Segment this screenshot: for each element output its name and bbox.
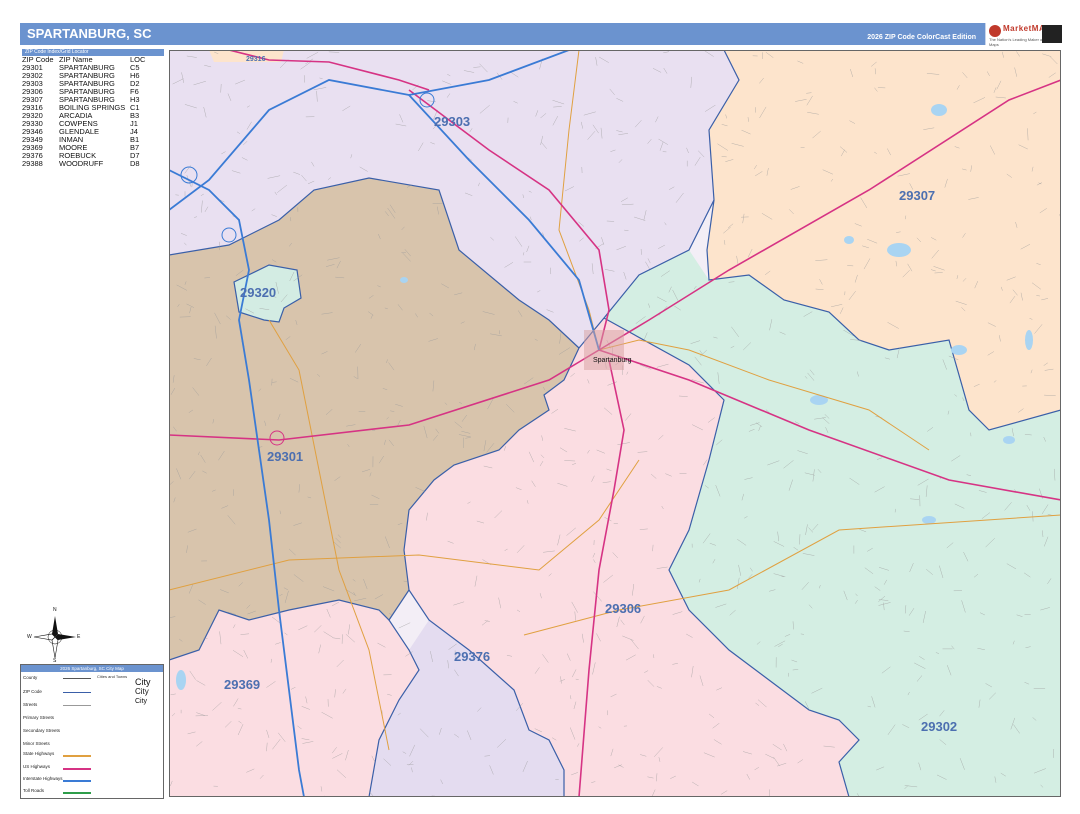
legend-state-line [63, 755, 91, 757]
legend-zip-line [63, 692, 91, 693]
legend-state-highways: State Highways [23, 751, 55, 756]
map-legend: 2026 Spartanburg, SC City Map County ZIP… [20, 664, 164, 799]
zip-index-row: 29349 INMAN B1 [22, 136, 164, 144]
legend-us-line [63, 768, 91, 770]
legend-county-line [63, 678, 91, 679]
zip-code-cell: 29388 [22, 159, 43, 168]
compass-w: W [27, 634, 32, 640]
zip-label-29376: 29376 [454, 649, 490, 664]
compass-n: N [53, 607, 57, 613]
legend-streets: Streets [23, 702, 38, 707]
zip-label-29369: 29369 [224, 677, 260, 692]
zip-name-cell: WOODRUFF [59, 159, 104, 168]
zip-map-svg[interactable]: 29303 29307 29320 29301 29306 29376 2936… [169, 50, 1061, 797]
map-title-bar: SPARTANBURG, SC 2026 ZIP Code ColorCast … [20, 23, 1064, 47]
zip-label-29302: 29302 [921, 719, 957, 734]
zip-label-29320: 29320 [240, 285, 276, 300]
legend-zip-code: ZIP Code [23, 689, 42, 694]
legend-county: County [23, 675, 38, 680]
legend-streets-line [63, 705, 91, 706]
zip-label-29303: 29303 [434, 114, 470, 129]
map-title: SPARTANBURG, SC [27, 26, 152, 41]
legend-secondary-streets: Secondary Streets [23, 728, 61, 733]
legend-city-sample-3: City [135, 698, 148, 705]
zip-label-29307: 29307 [899, 188, 935, 203]
compass-e: E [77, 634, 81, 640]
legend-us-highways: US Highways [23, 764, 51, 769]
map-area[interactable]: 29303 29307 29320 29301 29306 29376 2936… [169, 50, 1061, 797]
legend-cities-header: Cities and Towns [97, 674, 128, 679]
legend-toll-roads: Toll Roads [23, 788, 45, 793]
legend-interstate-line [63, 780, 91, 782]
zip-index-row: 29388 WOODRUFF D8 [22, 160, 164, 168]
zip-label-29301: 29301 [267, 449, 303, 464]
publisher-logo: MarketMAPS The Nation's Leading Maker of… [985, 23, 1064, 47]
legend-toll-line [63, 792, 91, 794]
legend-primary-streets: Primary Streets [23, 715, 55, 720]
legend-minor-streets: Minor Streets [23, 741, 50, 746]
city-label-spartanburg[interactable]: Spartanburg [593, 357, 632, 364]
legend-city-sample-1: City [135, 677, 151, 687]
zip-label-29306: 29306 [605, 601, 641, 616]
downtown-grid [584, 330, 624, 370]
zip-label-29316: 29316 [246, 56, 266, 63]
logo-mark-icon [989, 25, 1001, 37]
legend-city-sample-2: City [135, 687, 149, 696]
logo-badge-icon [1042, 25, 1062, 43]
edition-label: 2026 ZIP Code ColorCast Edition [867, 34, 976, 41]
loc-cell: D8 [130, 159, 140, 168]
zip-index-panel: ZIP Code Index/Grid Locator ZIP Code ZIP… [22, 49, 164, 168]
legend-interstate-highways: Interstate Highways [23, 776, 63, 781]
zip-index-row: 29316 BOILING SPRINGS C1 [22, 104, 164, 112]
compass-rose-icon: N S W E [27, 607, 81, 664]
zip-index-row: 29346 GLENDALE J4 [22, 128, 164, 136]
legend-title: 2026 Spartanburg, SC City Map [21, 665, 163, 672]
